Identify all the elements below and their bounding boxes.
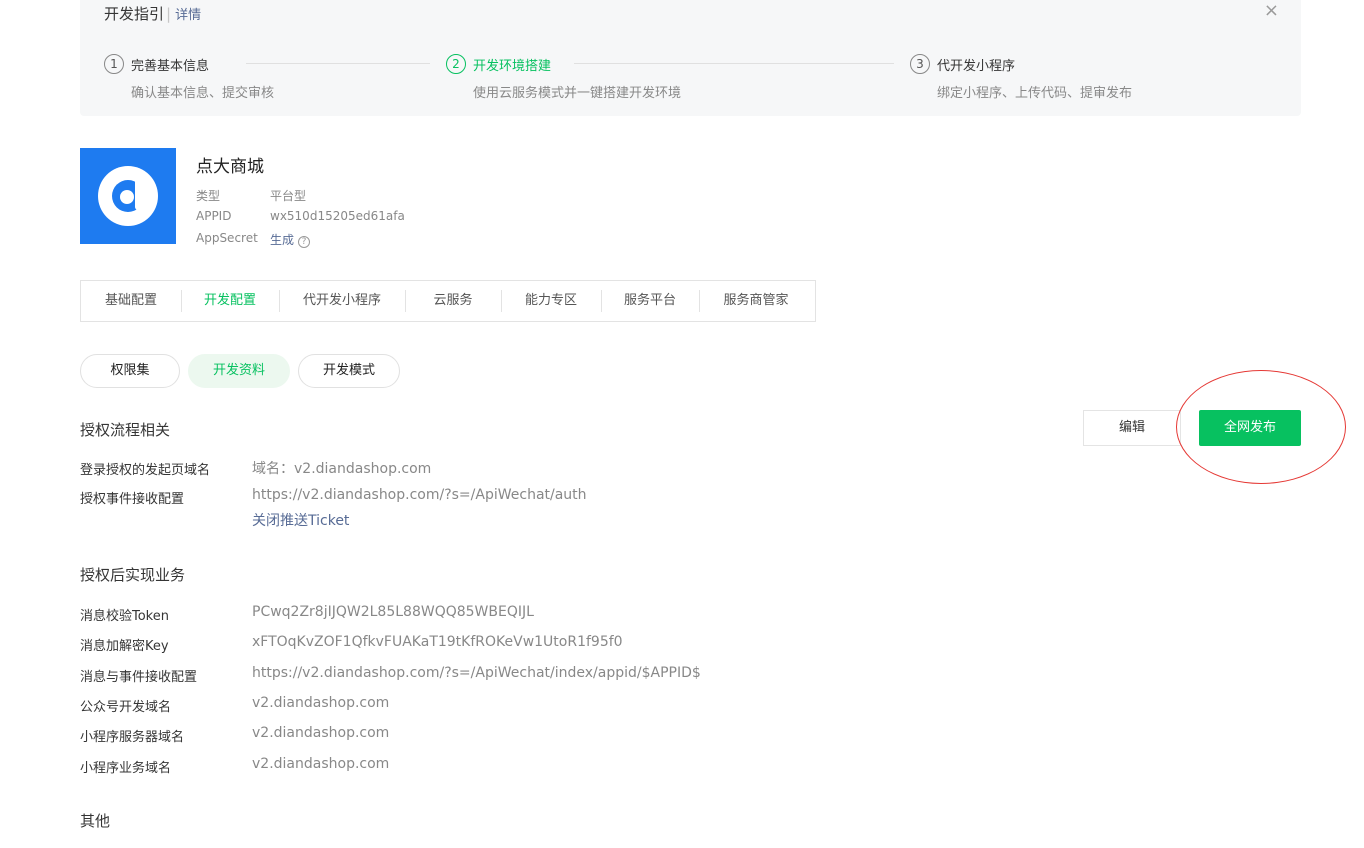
row-label: 授权事件接收配置 — [80, 492, 185, 507]
generate-secret-link[interactable]: 生成 — [270, 233, 294, 247]
row-label: 消息加解密Key — [80, 639, 169, 654]
step-description: 绑定小程序、上传代码、提审发布 — [937, 86, 1133, 101]
step-number-circle: 3 — [910, 54, 930, 74]
row-value: v2.diandashop.com — [252, 725, 390, 741]
tab-cloud-service[interactable]: 云服务 — [405, 280, 501, 322]
guide-title: 开发指引 | 详情 — [104, 3, 201, 24]
tab-capabilities[interactable]: 能力专区 — [501, 280, 601, 322]
d-logo-icon — [80, 148, 176, 244]
auth-section-title: 授权流程相关 — [80, 421, 171, 439]
publish-button[interactable]: 全网发布 — [1199, 410, 1301, 446]
step-connector — [574, 63, 894, 64]
guide-title-separator: | — [166, 5, 172, 23]
tab-service-platform[interactable]: 服务平台 — [601, 280, 699, 322]
row-value: PCwq2Zr8jIJQW2L85L88WQQ85WBEQIJL — [252, 604, 534, 620]
step-description: 使用云服务模式并一键搭建开发环境 — [473, 86, 682, 101]
tab-dev-miniprogram[interactable]: 代开发小程序 — [279, 280, 405, 322]
row-value: https://v2.diandashop.com/?s=/ApiWechat/… — [252, 665, 701, 681]
row-value: https://v2.diandashop.com/?s=/ApiWechat/… — [252, 487, 587, 503]
tab-dev-config[interactable]: 开发配置 — [181, 280, 279, 322]
type-value: 平台型 — [270, 189, 307, 203]
step-number-circle: 1 — [104, 54, 124, 74]
appsecret-label: AppSecret — [196, 231, 258, 245]
step-number-circle: 2 — [446, 54, 466, 74]
pill-permissions[interactable]: 权限集 — [80, 354, 180, 388]
step-connector — [246, 63, 430, 64]
guide-detail-link[interactable]: 详情 — [175, 8, 201, 23]
guide-title-text: 开发指引 — [104, 5, 165, 23]
step-description: 确认基本信息、提交审核 — [131, 86, 275, 101]
pill-dev-info[interactable]: 开发资料 — [188, 354, 290, 388]
row-label: 小程序业务域名 — [80, 761, 172, 776]
row-value: v2.diandashop.com — [252, 695, 390, 711]
appid-value: wx510d15205ed61afa — [270, 209, 405, 223]
edit-button[interactable]: 编辑 — [1083, 410, 1181, 446]
app-name: 点大商城 — [196, 157, 264, 177]
row-label: 公众号开发域名 — [80, 700, 172, 715]
step-title: 完善基本信息 — [131, 59, 210, 74]
business-section-title: 授权后实现业务 — [80, 566, 186, 584]
row-value: v2.diandashop.com — [252, 756, 390, 772]
dev-guide-panel: 开发指引 | 详情 × 1 完善基本信息 确认基本信息、提交审核 2 开发环境搭建 … — [80, 0, 1301, 116]
help-icon[interactable]: ? — [298, 236, 311, 248]
row-label: 消息校验Token — [80, 609, 169, 624]
step-title: 代开发小程序 — [937, 59, 1016, 74]
close-push-ticket-link[interactable]: 关闭推送Ticket — [252, 510, 349, 530]
row-label: 登录授权的发起页域名 — [80, 463, 211, 478]
appsecret-value: 生成? — [270, 231, 311, 248]
tab-basic-config[interactable]: 基础配置 — [81, 280, 181, 322]
config-tabs: 基础配置 开发配置 代开发小程序 云服务 能力专区 服务平台 服务商管家 — [80, 280, 816, 322]
row-value: xFTOqKvZOF1QfkvFUAKaT19tKfROKeVw1UtoR1f9… — [252, 634, 623, 650]
other-section-title: 其他 — [80, 812, 111, 830]
row-value: 域名：v2.diandashop.com — [252, 461, 432, 477]
appid-label: APPID — [196, 209, 232, 223]
close-icon[interactable]: × — [1264, 0, 1279, 21]
row-label: 消息与事件接收配置 — [80, 670, 198, 685]
type-label: 类型 — [196, 189, 221, 203]
pill-dev-mode[interactable]: 开发模式 — [298, 354, 400, 388]
row-label: 小程序服务器域名 — [80, 730, 185, 745]
step-title: 开发环境搭建 — [473, 59, 552, 74]
tab-service-manager[interactable]: 服务商管家 — [699, 280, 813, 322]
